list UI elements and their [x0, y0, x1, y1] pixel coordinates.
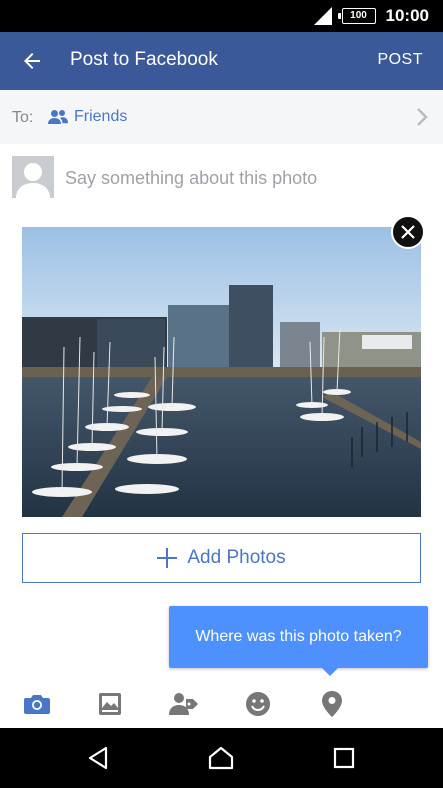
battery-level: 100 — [350, 10, 367, 21]
add-photos-button[interactable]: Add Photos — [22, 533, 421, 583]
nav-back-button[interactable] — [84, 744, 112, 772]
back-button[interactable] — [16, 45, 48, 77]
emoji-icon — [246, 692, 270, 716]
location-button[interactable] — [316, 688, 348, 720]
recents-square-icon — [333, 747, 355, 769]
tooltip-text: Where was this photo taken? — [195, 628, 402, 645]
harbor-photo-image — [22, 227, 421, 517]
avatar — [12, 156, 54, 198]
nav-recents-button[interactable] — [330, 744, 358, 772]
tooltip-arrow — [321, 667, 339, 676]
status-input[interactable]: Say something about this photo — [65, 168, 317, 189]
post-button[interactable]: POST — [377, 51, 423, 69]
triangle-back-icon — [88, 746, 108, 770]
signal-icon — [313, 7, 332, 25]
to-label: To: — [12, 109, 34, 126]
default-avatar-icon — [12, 156, 54, 198]
status-indicators: 100 10:00 — [313, 6, 429, 26]
photo-album-icon — [99, 693, 121, 715]
location-tooltip[interactable]: Where was this photo taken? — [169, 606, 428, 668]
friends-icon — [48, 110, 68, 124]
app-bar: Post to Facebook POST — [0, 32, 443, 90]
chevron-right-icon — [417, 108, 428, 126]
back-arrow-icon — [24, 53, 40, 69]
battery-icon: 100 — [337, 8, 376, 24]
audience-value: Friends — [74, 108, 128, 125]
camera-icon — [24, 695, 50, 714]
location-pin-icon — [322, 691, 342, 717]
status-bar: 100 10:00 — [0, 0, 443, 32]
tag-people-button[interactable] — [168, 688, 200, 720]
system-nav-bar — [0, 728, 443, 788]
home-icon — [208, 746, 234, 770]
audience-selector[interactable]: Friends — [48, 108, 127, 126]
emoji-button[interactable] — [242, 688, 274, 720]
composer-toolbar — [0, 678, 443, 728]
page-title: Post to Facebook — [70, 49, 218, 70]
camera-button[interactable] — [21, 688, 53, 720]
add-photos-label: Add Photos — [187, 547, 286, 568]
close-icon — [401, 225, 415, 239]
nav-home-button[interactable] — [207, 744, 235, 772]
clock: 10:00 — [385, 6, 429, 25]
tag-people-icon — [169, 693, 198, 715]
plus-icon — [157, 548, 178, 568]
audience-row[interactable]: To: Friends — [0, 90, 443, 144]
remove-photo-button[interactable] — [391, 215, 425, 249]
compose-area: Say something about this photo — [0, 144, 443, 214]
attached-photo — [22, 227, 421, 517]
photo-album-button[interactable] — [94, 688, 126, 720]
